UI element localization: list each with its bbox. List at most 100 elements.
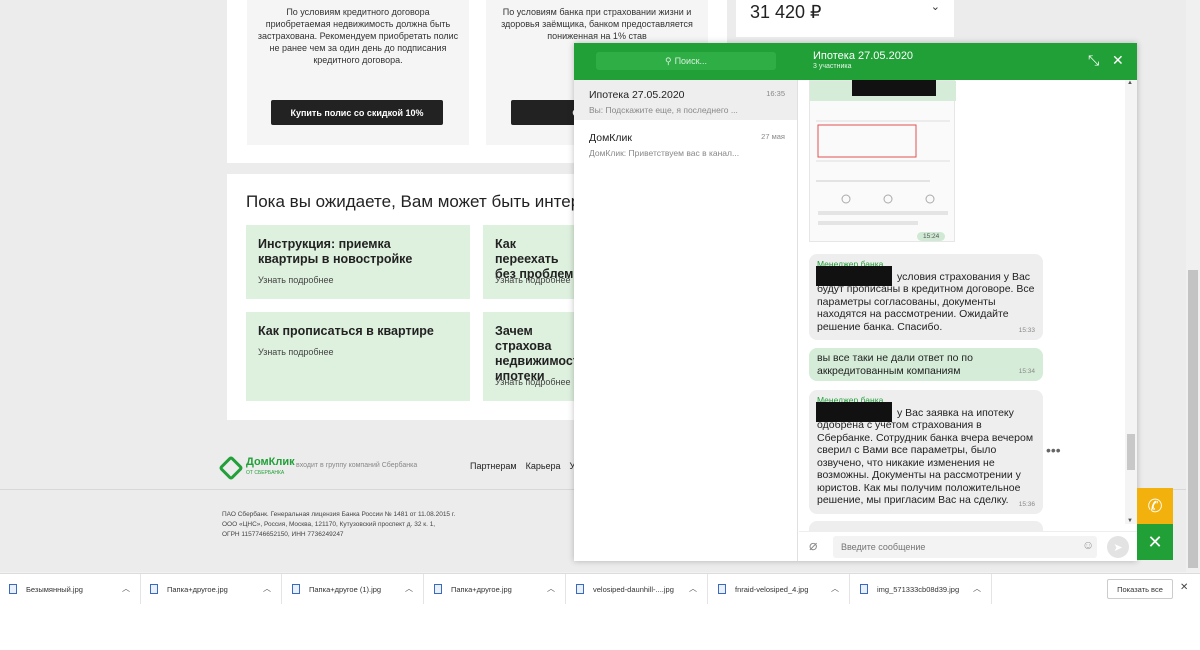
article-title: Зачем страхова недвижимость ипотеки xyxy=(495,324,587,383)
logo-text: ДомКлик xyxy=(246,456,295,468)
download-filename: img_571333cb08d39.jpg xyxy=(877,584,960,594)
scroll-down-icon[interactable]: ▼ xyxy=(1127,518,1133,524)
image-attachment[interactable]: 15:24 xyxy=(809,80,956,242)
download-filename: Папка+другое.jpg xyxy=(451,584,512,594)
file-icon xyxy=(434,584,442,594)
logo-subtext: ОТ СБЕРБАНКА xyxy=(246,470,285,476)
conversation-item[interactable]: ДомКлик ДомКлик: Приветствуем вас в кана… xyxy=(574,123,797,163)
page-scroll-thumb[interactable] xyxy=(1188,270,1198,568)
chat-participants: 3 участника xyxy=(813,63,852,70)
chevron-up-icon[interactable]: ︿ xyxy=(689,583,697,594)
file-icon xyxy=(9,584,17,594)
download-bar: Безымянный.jpg ︿ Папка+другое.jpg ︿ Папк… xyxy=(0,573,1200,650)
article-tile[interactable]: Инструкция: приемка квартиры в новострой… xyxy=(246,225,470,299)
price-value: 31 420 ₽ xyxy=(750,2,822,22)
download-item[interactable]: Папка+другое.jpg ︿ xyxy=(425,574,566,604)
scroll-up-icon[interactable]: ▲ xyxy=(1127,80,1133,86)
conversation-time: 27 мая xyxy=(761,132,785,141)
download-filename: fnraid-velosiped_4.jpg xyxy=(735,584,809,594)
chat-window: ⚲ Поиск... Ипотека 27.05.2020 3 участник… xyxy=(574,43,1137,561)
chevron-down-icon[interactable]: ⌄ xyxy=(931,0,940,13)
conversation-preview: ДомКлик: Приветствуем вас в канал... xyxy=(589,148,740,158)
file-icon xyxy=(860,584,868,594)
conversation-list: Ипотека 27.05.2020 Вы: Подскажите еще, я… xyxy=(574,80,798,561)
section-title: Пока вы ожидаете, Вам может быть интерес… xyxy=(246,192,617,211)
redaction xyxy=(852,80,936,96)
domclick-logo[interactable]: ДомКлик ОТ СБЕРБАНКА xyxy=(218,455,295,481)
learn-more-link[interactable]: Узнать подробнее xyxy=(495,275,571,285)
article-tile[interactable]: Зачем страхова недвижимость ипотеки Узна… xyxy=(483,312,587,401)
send-button[interactable]: ➤ xyxy=(1107,536,1129,558)
screenshot-thumbnail xyxy=(810,81,956,225)
chevron-up-icon[interactable]: ︿ xyxy=(263,583,271,594)
chat-title: Ипотека 27.05.2020 xyxy=(813,50,914,62)
insurance-card-property: По условиям кредитного договора приобрет… xyxy=(247,0,469,145)
file-icon xyxy=(718,584,726,594)
close-icon[interactable]: ✕ xyxy=(1112,52,1124,68)
footer-link-partners[interactable]: Партнерам xyxy=(470,461,517,471)
buy-policy-button[interactable]: Купить полис со скидкой 10% xyxy=(271,100,443,125)
message-bubble-incoming xyxy=(809,521,1043,531)
download-item[interactable]: fnraid-velosiped_4.jpg ︿ xyxy=(709,574,850,604)
chat-scrollbar[interactable]: ▲ ▼ xyxy=(1125,80,1137,524)
article-tile[interactable]: Как переехать без проблем Узнать подробн… xyxy=(483,225,583,299)
file-icon xyxy=(292,584,300,594)
search-icon: ⚲ xyxy=(664,55,672,66)
legal-text: ПАО Сбербанк. Генеральная лицензия Банка… xyxy=(222,510,455,540)
chevron-up-icon[interactable]: ︿ xyxy=(831,583,839,594)
conversation-item[interactable]: Ипотека 27.05.2020 Вы: Подскажите еще, я… xyxy=(574,80,797,120)
page-scrollbar[interactable] xyxy=(1186,0,1200,572)
download-item[interactable]: img_571333cb08d39.jpg ︿ xyxy=(851,574,992,604)
footer-links: Партнерам Карьера У xyxy=(470,461,575,471)
learn-more-link[interactable]: Узнать подробнее xyxy=(258,275,334,285)
article-title: Инструкция: приемка квартиры в новострой… xyxy=(258,237,413,266)
message-area: 15:24 Менеджер банка условия страхования… xyxy=(799,80,1125,531)
message-text: вы все таки не дали ответ по по аккредит… xyxy=(817,352,973,377)
footer-link-career[interactable]: Карьера xyxy=(526,461,561,471)
chevron-up-icon[interactable]: ︿ xyxy=(547,583,555,594)
chat-search-input[interactable]: ⚲ Поиск... xyxy=(596,52,776,70)
redaction xyxy=(816,402,892,422)
show-all-button[interactable]: Показать все xyxy=(1107,579,1173,599)
message-bubble-outgoing: вы все таки не дали ответ по по аккредит… xyxy=(809,348,1043,381)
conversation-name: Ипотека 27.05.2020 xyxy=(589,89,685,101)
learn-more-link[interactable]: Узнать подробнее xyxy=(495,377,571,387)
download-item[interactable]: Папка+другое.jpg ︿ xyxy=(141,574,282,604)
phone-icon[interactable]: ✆ xyxy=(1137,488,1173,524)
download-filename: Папка+другое.jpg xyxy=(167,584,228,594)
legal-line: ПАО Сбербанк. Генеральная лицензия Банка… xyxy=(222,511,456,518)
insurance-card-text: По условиям банка при страховании жизни … xyxy=(501,7,693,41)
group-text: входит в группу компаний Сбербанка xyxy=(296,462,418,469)
minimize-icon[interactable]: ⤡ xyxy=(1088,52,1099,68)
download-item[interactable]: Безымянный.jpg ︿ xyxy=(0,574,141,604)
download-filename: Безымянный.jpg xyxy=(26,584,83,594)
chevron-up-icon[interactable]: ︿ xyxy=(405,583,413,594)
message-input[interactable] xyxy=(833,536,1097,558)
message-input-row: ⌀ ☺ ➤ xyxy=(799,531,1137,561)
chevron-up-icon[interactable]: ︿ xyxy=(973,583,981,594)
download-filename: Папка+другое (1).jpg xyxy=(309,584,382,594)
message-time: 15:36 xyxy=(1018,500,1035,508)
legal-line: ООО «ЦНС», Россия, Москва, 121170, Кутуз… xyxy=(222,521,436,528)
logo-icon xyxy=(218,455,244,481)
search-placeholder: Поиск... xyxy=(674,56,708,66)
close-chat-icon[interactable]: ✕ xyxy=(1137,524,1173,560)
chevron-up-icon[interactable]: ︿ xyxy=(122,583,130,594)
close-icon[interactable]: ✕ xyxy=(1180,582,1188,593)
learn-more-link[interactable]: Узнать подробнее xyxy=(258,347,334,357)
article-title: Как прописаться в квартире xyxy=(258,324,434,338)
download-filename: velosiped-daunhill-....jpg xyxy=(593,584,674,594)
emoji-icon[interactable]: ☺ xyxy=(1082,538,1094,552)
article-tile[interactable]: Как прописаться в квартире Узнать подроб… xyxy=(246,312,470,401)
download-item[interactable]: velosiped-daunhill-....jpg ︿ xyxy=(567,574,708,604)
legal-line: ОГРН 1157746652150, ИНН 7736249247 xyxy=(222,531,344,538)
scroll-thumb[interactable] xyxy=(1127,434,1135,470)
conversation-time: 16:35 xyxy=(766,89,785,98)
attach-icon[interactable]: ⌀ xyxy=(809,537,817,554)
redaction xyxy=(816,266,892,286)
message-time: 15:33 xyxy=(1018,326,1035,334)
message-time: 15:24 xyxy=(917,232,946,241)
chat-header: ⚲ Поиск... Ипотека 27.05.2020 3 участник… xyxy=(574,43,1137,80)
more-options-icon[interactable]: ••• xyxy=(1046,442,1061,458)
download-item[interactable]: Папка+другое (1).jpg ︿ xyxy=(283,574,424,604)
